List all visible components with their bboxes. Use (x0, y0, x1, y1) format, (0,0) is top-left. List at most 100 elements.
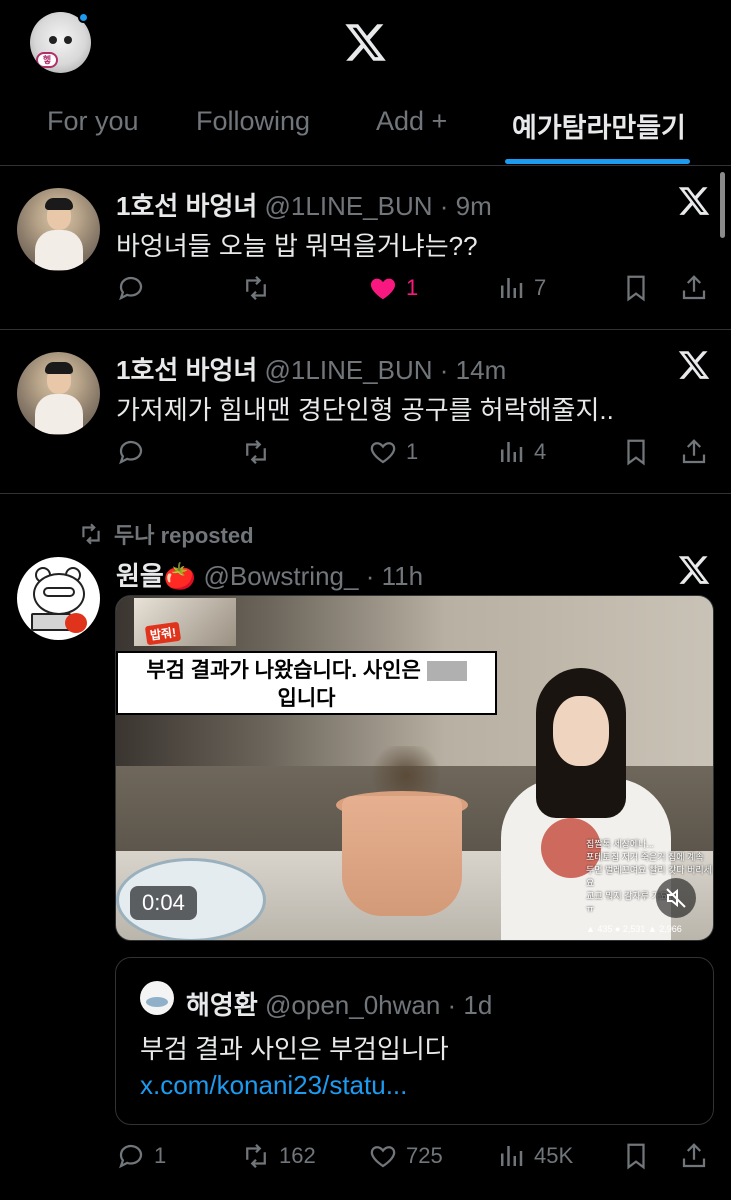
top-header: 헿 For you Following Add + 예가탐라만들기 (0, 0, 731, 166)
share-button[interactable] (679, 1136, 709, 1176)
tweet-time[interactable]: 11h (382, 561, 423, 591)
like-count: 1 (406, 439, 419, 464)
avatar-glasses (43, 587, 75, 597)
views-icon (501, 1146, 523, 1166)
repost-icon (82, 523, 100, 545)
share-button[interactable] (679, 432, 709, 472)
bookmark-button[interactable] (621, 1136, 651, 1176)
heart-filled-icon (370, 278, 396, 300)
like-button[interactable]: 1 (368, 432, 418, 472)
tweet-text: 바엉녀들 오늘 밥 뭐먹을거냐는?? (116, 231, 478, 261)
avatar-tomato (65, 613, 87, 633)
tab-custom-list[interactable]: 예가탐라만들기 (512, 106, 686, 145)
views-icon (501, 278, 523, 298)
tweet-time[interactable]: 9m (456, 191, 492, 221)
repost-icon (246, 1143, 266, 1169)
reply-icon (119, 1144, 143, 1169)
quoted-author-handle: @open_0hwan (265, 990, 441, 1020)
views-button[interactable]: 45K (496, 1136, 573, 1176)
reply-button[interactable] (116, 268, 154, 308)
repost-icon (246, 439, 266, 465)
tweet-header: 1호선 바엉녀 @1LINE_BUN · 9m (116, 191, 492, 221)
tweet-time[interactable]: 14m (456, 355, 507, 385)
tweet[interactable]: 1호선 바엉녀 @1LINE_BUN · 14m 가저제가 힘내맨 경단인형 공… (0, 330, 731, 494)
chat-line: ㅠ (586, 904, 595, 914)
bookmark-icon (627, 275, 645, 302)
repost-count: 162 (279, 1143, 316, 1168)
avatar-body (35, 230, 83, 270)
mute-button[interactable] (656, 878, 696, 918)
avatar-tag: 헿 (36, 52, 58, 68)
tweet-header: 1호선 바엉녀 @1LINE_BUN · 14m (116, 355, 507, 385)
like-count: 725 (406, 1143, 443, 1168)
censored-block (426, 661, 467, 682)
tweet-header: 원을🍅 @Bowstring_ · 11h (116, 561, 424, 591)
video-flower-pot (342, 796, 462, 916)
author-avatar[interactable] (17, 352, 100, 435)
bookmark-button[interactable] (621, 268, 651, 308)
views-button[interactable]: 4 (496, 432, 546, 472)
quoted-text-body: 부검 결과 사인은 부검입니다 (140, 1034, 449, 1064)
tab-following[interactable]: Following (196, 106, 310, 137)
author-name[interactable]: 1호선 바엉녀 (116, 191, 257, 221)
chat-line: 포테토칩 저거 죽은거 집에 계속 두면 벌레꼬여요 빨리 갖다 버리세요 (586, 852, 712, 888)
author-name[interactable]: 원을🍅 (116, 561, 196, 591)
quoted-tweet-text: 부검 결과 사인은 부검입니다 x.com/konani23/statu... (140, 1031, 700, 1103)
avatar-eye (49, 36, 57, 44)
quoted-tweet-header: 해영환 @open_0hwan · 1d (186, 990, 493, 1020)
reply-icon (119, 276, 143, 301)
share-icon (682, 439, 706, 464)
x-logo-icon[interactable] (677, 348, 711, 382)
author-handle[interactable]: @1LINE_BUN (265, 355, 433, 385)
author-avatar[interactable] (17, 557, 100, 640)
like-button[interactable]: 725 (368, 1136, 443, 1176)
heart-icon (370, 1146, 396, 1168)
repost-label: 두나 reposted (114, 523, 254, 548)
avatar-hair (45, 198, 73, 210)
x-logo-icon[interactable] (677, 553, 711, 587)
like-button[interactable]: 1 (368, 268, 418, 308)
views-count: 4 (534, 439, 547, 464)
quoted-author-name: 해영환 (186, 990, 258, 1020)
reply-icon (119, 440, 143, 465)
views-count: 7 (534, 275, 547, 300)
quoted-tweet-link[interactable]: x.com/konani23/statu... (140, 1070, 407, 1100)
share-button[interactable] (679, 268, 709, 308)
tab-add[interactable]: Add + (376, 106, 447, 137)
tweet-actions: 1 7 (116, 268, 716, 308)
author-avatar[interactable] (17, 188, 100, 271)
share-icon (682, 275, 706, 300)
heart-icon (370, 442, 396, 464)
views-button[interactable]: 7 (496, 268, 546, 308)
reply-button[interactable]: 1 (116, 1136, 166, 1176)
tweet-actions: 1 162 725 45K (116, 1136, 716, 1176)
reply-button[interactable] (116, 432, 154, 472)
author-handle[interactable]: @Bowstring_ (203, 561, 358, 591)
tweet[interactable]: 1호선 바엉녀 @1LINE_BUN · 9m 바엉녀들 오늘 밥 뭐먹을거냐는… (0, 166, 731, 330)
scrollbar[interactable] (720, 172, 725, 238)
tweet-actions: 1 4 (116, 432, 716, 472)
notification-dot (78, 12, 89, 23)
reply-count: 1 (154, 1143, 167, 1168)
x-logo-icon[interactable] (677, 184, 711, 218)
repost-button[interactable] (241, 432, 279, 472)
repost-button[interactable] (241, 268, 279, 308)
like-count: 1 (406, 275, 419, 300)
author-handle[interactable]: @1LINE_BUN (265, 191, 433, 221)
video-caption: 부검 결과가 나왔습니다. 사인은 입니다 (116, 651, 497, 715)
quoted-tweet-time: 1d (463, 990, 493, 1020)
speaker-muted-icon (666, 888, 686, 908)
repost-button[interactable]: 162 (241, 1136, 316, 1176)
video-caption-line2: 입니다 (277, 687, 336, 710)
repost-icon (246, 275, 266, 301)
author-name[interactable]: 1호선 바엉녀 (116, 355, 257, 385)
video-player[interactable]: 밥줘! 부검 결과가 나왔습니다. 사인은 입니다 집짤톡 세상에나... 포테… (115, 595, 714, 941)
bookmark-icon (627, 439, 645, 466)
quoted-tweet[interactable]: 해영환 @open_0hwan · 1d 부검 결과 사인은 부검입니다 x.c… (115, 957, 714, 1125)
repost-indicator[interactable]: 두나 reposted (78, 518, 254, 550)
quoted-author-avatar[interactable] (140, 981, 174, 1015)
chat-line: 집짤톡 세상에나... (586, 839, 654, 849)
bookmark-button[interactable] (621, 432, 651, 472)
tab-for-you[interactable]: For you (47, 106, 139, 137)
x-logo-icon[interactable] (343, 20, 388, 65)
